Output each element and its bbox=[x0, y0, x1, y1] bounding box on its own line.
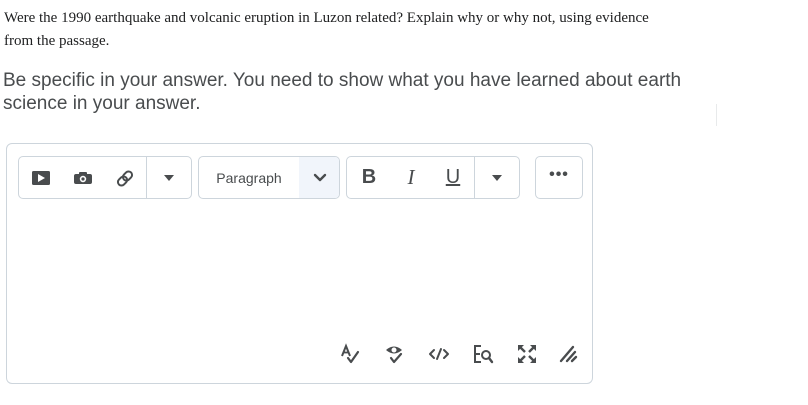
accessibility-check-icon bbox=[386, 346, 403, 364]
spellcheck-button[interactable] bbox=[338, 342, 362, 366]
preview-icon bbox=[474, 345, 494, 364]
bold-button[interactable]: B bbox=[355, 157, 383, 198]
insert-video-button[interactable] bbox=[27, 157, 55, 198]
text-style-more-dropdown[interactable] bbox=[475, 157, 519, 198]
chevron-down-icon bbox=[164, 174, 174, 181]
divider bbox=[716, 104, 717, 126]
chevron-down-icon bbox=[313, 173, 327, 181]
underline-button[interactable]: U bbox=[439, 157, 467, 198]
editor-content-area[interactable] bbox=[19, 208, 581, 333]
source-code-button[interactable] bbox=[427, 342, 451, 366]
resize-handle[interactable] bbox=[556, 342, 580, 366]
question-line-1: Were the 1990 earthquake and volcanic er… bbox=[4, 10, 649, 26]
accessibility-check-button[interactable] bbox=[383, 342, 407, 366]
spellcheck-icon bbox=[341, 343, 360, 364]
instruction-line-1: Be specific in your answer. You need to … bbox=[3, 70, 682, 91]
resize-handle-icon bbox=[559, 345, 578, 363]
more-actions-button[interactable]: ••• bbox=[535, 156, 583, 199]
italic-button[interactable]: I bbox=[397, 157, 425, 198]
instruction-line-2: science in your answer. bbox=[3, 93, 201, 114]
preview-button[interactable] bbox=[471, 342, 495, 366]
link-icon bbox=[116, 169, 134, 187]
video-icon bbox=[32, 170, 50, 185]
source-code-icon bbox=[429, 348, 449, 360]
text-style-group: B I U bbox=[346, 156, 520, 199]
instruction-text: Be specific in your answer. You need to … bbox=[3, 69, 723, 115]
format-select-value: Paragraph bbox=[216, 169, 282, 186]
question-line-2: from the passage. bbox=[4, 33, 110, 49]
fullscreen-icon bbox=[518, 345, 536, 363]
question-text: Were the 1990 earthquake and volcanic er… bbox=[4, 7, 744, 53]
insert-toolbar-group bbox=[18, 156, 192, 199]
insert-link-button[interactable] bbox=[111, 157, 139, 198]
insert-image-button[interactable] bbox=[69, 157, 97, 198]
camera-icon bbox=[74, 171, 92, 184]
format-select-toggle[interactable] bbox=[299, 157, 339, 198]
insert-more-dropdown[interactable] bbox=[147, 157, 191, 198]
fullscreen-button[interactable] bbox=[515, 342, 539, 366]
more-icon: ••• bbox=[549, 165, 569, 183]
rich-text-editor[interactable]: Paragraph B I U ••• bbox=[6, 143, 593, 384]
format-select[interactable]: Paragraph bbox=[198, 156, 340, 199]
chevron-down-icon bbox=[492, 174, 502, 181]
